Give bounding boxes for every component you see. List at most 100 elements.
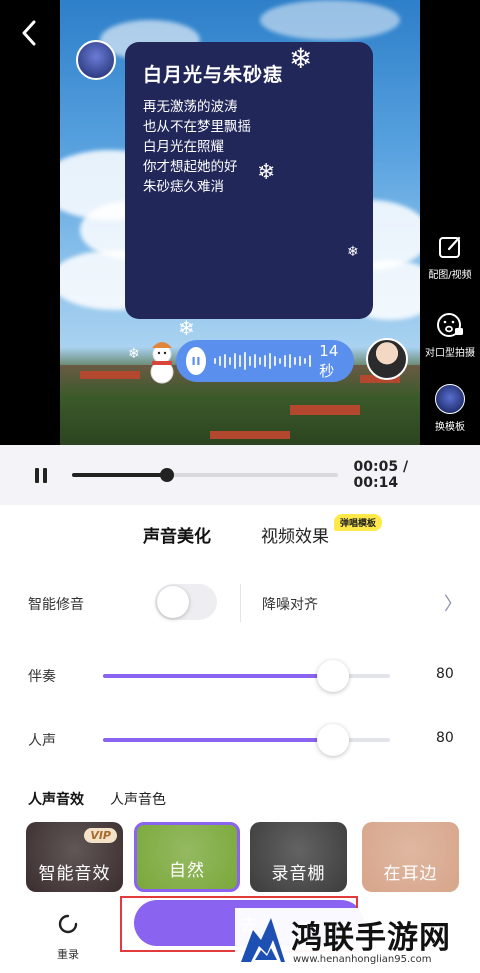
denoise-align-label[interactable]: 降噪对齐 <box>262 594 318 614</box>
tab-vocal-effects[interactable]: 人声音效 <box>28 789 84 809</box>
watermark-logo <box>241 918 285 962</box>
snowflake-icon: ❄ <box>128 346 140 362</box>
tab-video-effects[interactable]: 视频效果 <box>261 522 329 547</box>
waveform-bar <box>279 358 282 364</box>
singer-avatar <box>76 40 116 80</box>
chevron-right-icon[interactable]: 〉 <box>444 590 462 616</box>
playback-progress[interactable] <box>71 468 338 482</box>
waveform-bar <box>284 355 287 367</box>
vip-badge: VIP <box>84 828 117 843</box>
edit-tabs: 声音美化 视频效果 弹唱模板 <box>0 514 480 552</box>
vocal-value: 80 <box>436 730 454 746</box>
accompaniment-value: 80 <box>436 666 454 682</box>
playback-scrubber[interactable] <box>160 468 175 482</box>
playback-time: 00:05 / 00:14 <box>353 459 409 491</box>
slider-knob[interactable] <box>316 724 349 756</box>
effect-card-studio[interactable]: 录音棚 <box>250 822 347 892</box>
accompaniment-slider-row: 伴奏 80 <box>0 658 480 694</box>
effects-list: VIP 智能音效 自然 录音棚 在耳边 <box>26 822 480 892</box>
smart-tune-label: 智能修音 <box>28 597 84 613</box>
lipsync-camera-icon <box>435 310 465 340</box>
snowflake-icon: ❄ <box>289 42 313 75</box>
effect-card-smart[interactable]: VIP 智能音效 <box>26 822 123 892</box>
effect-label: 智能音效 <box>38 864 111 884</box>
waveform-bar <box>309 355 312 367</box>
vocal-slider[interactable] <box>103 724 390 756</box>
slider-fill <box>103 674 333 678</box>
waveform-bar <box>249 356 252 366</box>
lyric-line: 白月光在照耀 <box>143 139 224 155</box>
waveform-bar <box>269 353 272 369</box>
waveform-bar <box>259 357 262 365</box>
waveform <box>214 351 312 371</box>
snowflake-icon: ❄ <box>257 160 276 185</box>
effect-card-natural[interactable]: 自然 <box>134 822 240 892</box>
smart-tune-row: 智能修音 降噪对齐 〉 <box>0 584 480 624</box>
effect-card-close-ear[interactable]: 在耳边 <box>362 822 459 892</box>
template-thumbnail <box>435 384 465 414</box>
clip-pause-button[interactable] <box>186 347 207 375</box>
waveform-bar <box>224 354 227 368</box>
waveform-bar <box>289 354 292 368</box>
divider <box>240 584 241 622</box>
pause-icon <box>192 357 200 365</box>
rerecord-icon <box>58 914 78 934</box>
waveform-bar <box>219 356 222 366</box>
accompaniment-slider[interactable] <box>103 660 390 692</box>
waveform-bar <box>299 356 302 366</box>
accompaniment-label: 伴奏 <box>28 669 56 685</box>
pause-button[interactable] <box>24 458 58 492</box>
edit-square-icon <box>435 232 465 262</box>
effect-label: 录音棚 <box>271 864 326 884</box>
back-button[interactable] <box>14 18 44 48</box>
snowflake-icon: ❄ <box>178 316 195 340</box>
snowflake-icon: ❄ <box>347 244 359 260</box>
slider-knob[interactable] <box>316 660 349 692</box>
rerecord-label: 重录 <box>57 948 79 961</box>
waveform-bar <box>239 355 242 367</box>
waveform-bar <box>304 358 307 364</box>
lyric-title: 白月光与朱砂痣 <box>143 64 284 86</box>
lipsync-label: 对口型拍摄 <box>425 348 475 359</box>
waveform-bar <box>244 352 247 370</box>
effect-label: 自然 <box>169 861 205 881</box>
watermark-title: 鸿联手游网 <box>291 920 451 956</box>
rerecord-button[interactable]: 重录 <box>48 910 88 962</box>
vocal-slider-row: 人声 80 <box>0 722 480 758</box>
toggle-knob <box>157 586 189 618</box>
vocal-label: 人声 <box>28 733 56 749</box>
slider-fill <box>103 738 333 742</box>
lipsync-button[interactable]: 对口型拍摄 <box>420 310 480 359</box>
playback-bar: 00:05 / 00:14 <box>0 445 480 505</box>
lyric-card: 白月光与朱砂痣 再无激荡的波涛 也从不在梦里飘摇 白月光在照耀 你才想起她的好 … <box>125 42 373 319</box>
pause-icon <box>34 467 39 483</box>
waveform-bar <box>234 353 237 369</box>
tab-vocal-timbre[interactable]: 人声音色 <box>110 789 166 809</box>
watermark-url: www.henanhonglian95.com <box>293 954 432 965</box>
bottom-bar: 重录 去 鸿联手游网 www.henanhonglian95.com <box>0 892 480 973</box>
change-template-label: 换模板 <box>435 422 465 433</box>
watermark: 鸿联手游网 www.henanhonglian95.com <box>235 908 480 973</box>
app-root: 白月光与朱砂痣 再无激荡的波涛 也从不在梦里飘摇 白月光在照耀 你才想起她的好 … <box>0 0 480 973</box>
waveform-bar <box>254 354 257 368</box>
tab-voice-beautify[interactable]: 声音美化 <box>143 522 211 549</box>
lyric-line: 你才想起她的好 <box>143 159 238 175</box>
change-template-button[interactable]: 换模板 <box>420 384 480 433</box>
waveform-bar <box>274 356 277 366</box>
smart-tune-toggle[interactable] <box>155 584 217 620</box>
waveform-bar <box>294 357 297 365</box>
cover-video-label: 配图/视频 <box>428 270 472 281</box>
lyric-line: 再无激荡的波涛 <box>143 99 238 115</box>
waveform-bar <box>264 355 267 367</box>
video-preview[interactable]: 白月光与朱砂痣 再无激荡的波涛 也从不在梦里飘摇 白月光在照耀 你才想起她的好 … <box>0 0 480 445</box>
lyric-line: 朱砂痣久难消 <box>143 179 224 195</box>
waveform-bar <box>229 357 232 365</box>
user-avatar <box>366 338 408 380</box>
waveform-bar <box>214 358 217 364</box>
cover-video-button[interactable]: 配图/视频 <box>420 232 480 281</box>
audio-clip-pill[interactable]: 14秒 <box>176 340 354 382</box>
lyric-lines: 再无激荡的波涛 也从不在梦里飘摇 白月光在照耀 你才想起她的好 朱砂痣久难消 <box>143 97 355 197</box>
template-badge: 弹唱模板 <box>334 514 383 531</box>
clip-duration: 14秒 <box>319 341 339 380</box>
lyric-line: 也从不在梦里飘摇 <box>143 119 251 135</box>
